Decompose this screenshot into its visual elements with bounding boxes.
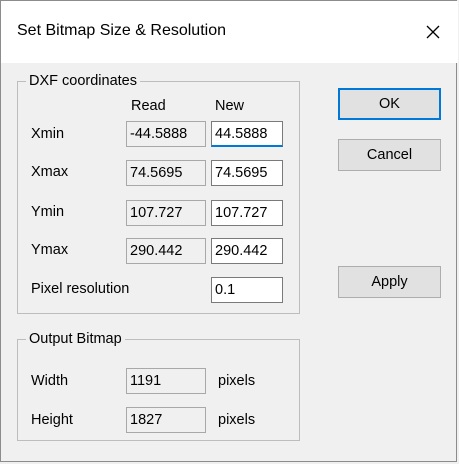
width-label: Width bbox=[31, 373, 69, 389]
width-value: 1191 bbox=[126, 368, 206, 394]
dxf-coordinates-caption: DXF coordinates bbox=[26, 72, 140, 90]
cancel-button[interactable]: Cancel bbox=[338, 139, 441, 171]
height-value: 1827 bbox=[126, 407, 206, 433]
title-bar: Set Bitmap Size & Resolution bbox=[1, 1, 458, 63]
ymax-read-value: 290.442 bbox=[126, 238, 206, 264]
pixel-resolution-field[interactable] bbox=[211, 277, 283, 303]
pixel-resolution-label: Pixel resolution bbox=[31, 281, 130, 297]
xmax-new-field[interactable] bbox=[211, 160, 283, 186]
ymax-label: Ymax bbox=[31, 242, 69, 258]
height-label: Height bbox=[31, 412, 73, 428]
close-icon bbox=[426, 25, 440, 39]
new-column-header: New bbox=[215, 98, 245, 114]
xmax-label: Xmax bbox=[31, 164, 69, 180]
read-column-header: Read bbox=[131, 98, 166, 114]
dialog-window: Set Bitmap Size & Resolution DXF coordin… bbox=[0, 0, 458, 462]
xmax-read-value: 74.5695 bbox=[126, 160, 206, 186]
xmin-label: Xmin bbox=[31, 126, 65, 142]
ok-button[interactable]: OK bbox=[338, 88, 441, 120]
apply-button[interactable]: Apply bbox=[338, 266, 441, 298]
dialog-title: Set Bitmap Size & Resolution bbox=[17, 22, 226, 39]
ymax-new-field[interactable] bbox=[211, 238, 283, 264]
ymin-new-field[interactable] bbox=[211, 200, 283, 226]
ymin-read-value: 107.727 bbox=[126, 200, 206, 226]
xmin-new-field[interactable] bbox=[211, 121, 283, 147]
xmin-read-value: -44.5888 bbox=[126, 121, 206, 147]
output-bitmap-caption: Output Bitmap bbox=[26, 330, 125, 348]
height-unit-label: pixels bbox=[218, 412, 256, 428]
ymin-label: Ymin bbox=[31, 204, 65, 220]
width-unit-label: pixels bbox=[218, 373, 256, 389]
close-button[interactable] bbox=[408, 1, 458, 63]
